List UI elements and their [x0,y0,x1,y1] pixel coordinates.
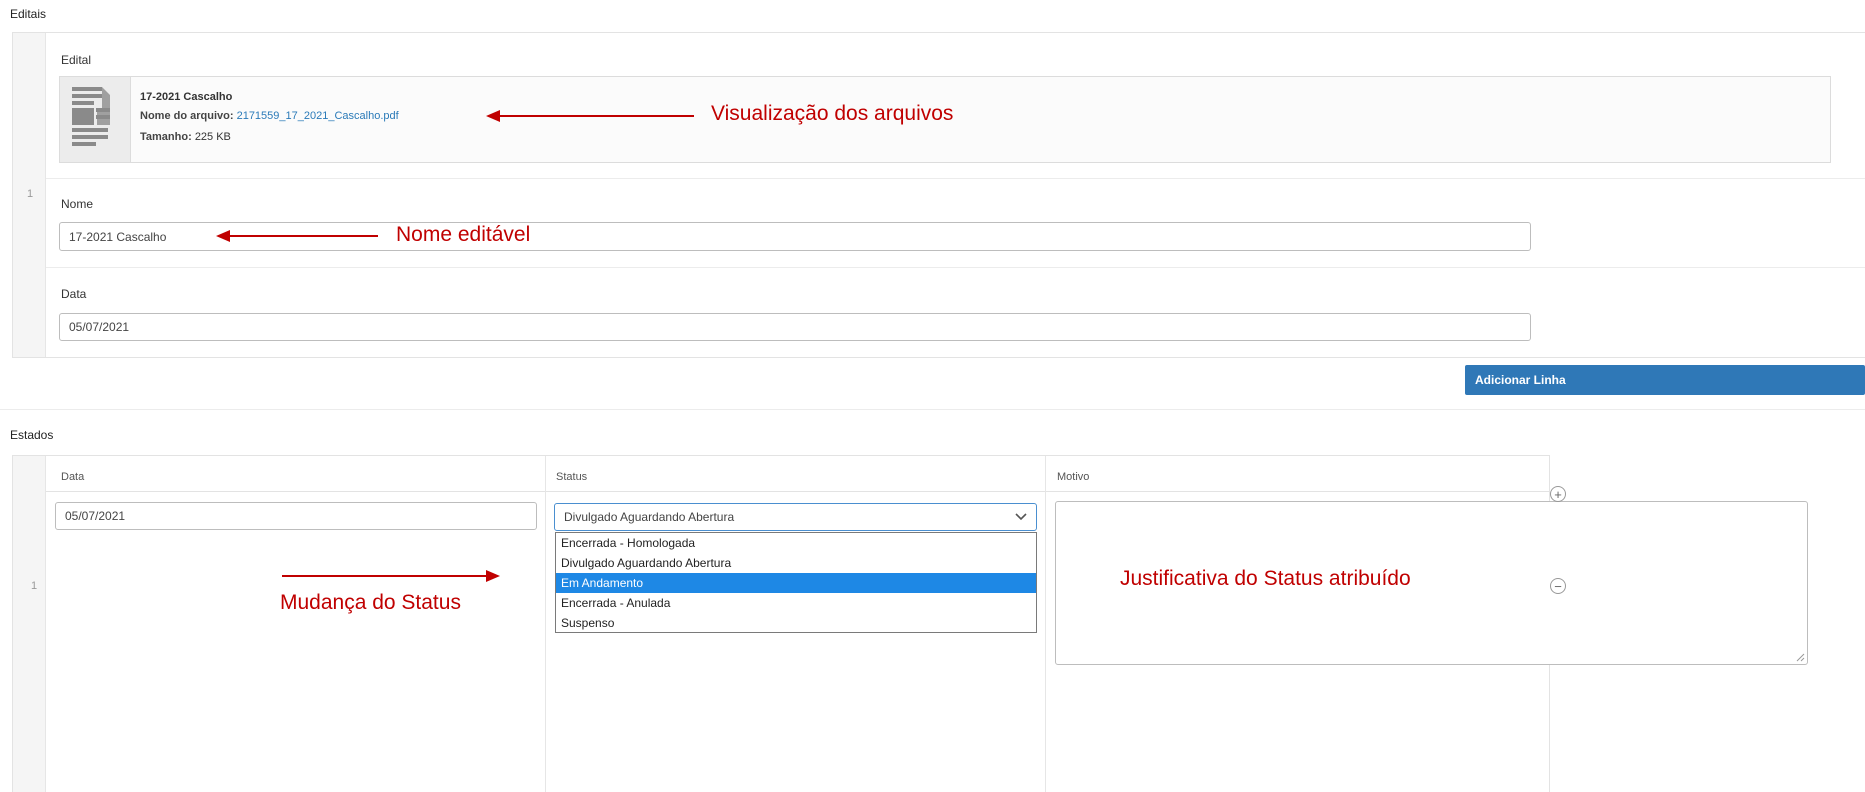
annotation-justification: Justificativa do Status atribuído [1120,567,1411,590]
annotation-files: Visualização dos arquivos [711,102,954,125]
edital-label: Edital [61,53,92,67]
annotation-arrow-files [500,115,694,117]
row-number: 1 [27,188,34,200]
editais-panel: 1 Edital 17-2021 Cascalho Nome do arquiv… [12,32,1865,358]
arrowhead-right [486,570,500,582]
status-select-value: Divulgado Aguardando Abertura [564,510,735,524]
file-title: 17-2021 Cascalho [140,91,233,103]
divider [46,178,1865,179]
section-divider [0,409,1865,410]
data-label: Data [61,287,87,301]
column-divider [545,456,546,792]
status-option[interactable]: Suspenso [556,613,1036,633]
status-option[interactable]: Encerrada - Anulada [556,593,1036,613]
file-size-line: Tamanho: 225 KB [140,131,231,143]
remove-row-icon[interactable]: − [1550,578,1566,594]
file-name-label: Nome do arquivo: [140,110,234,122]
column-header-data: Data [61,471,85,483]
document-icon [72,87,110,146]
status-dropdown-list[interactable]: Encerrada - Homologada Divulgado Aguarda… [555,532,1037,633]
header-divider [46,491,1549,492]
add-row-button[interactable]: Adicionar Linha [1465,365,1865,395]
estados-table: Data Status Motivo 1 05/07/2021 Divulgad… [12,455,1808,792]
arrowhead-left [216,230,230,242]
resize-handle-icon[interactable] [1796,653,1805,662]
editais-section-title: Editais [10,7,47,21]
annotation-status: Mudança do Status [280,591,461,614]
add-row-icon[interactable]: + [1550,486,1566,502]
status-option-highlighted[interactable]: Em Andamento [556,573,1036,593]
arrowhead-left [486,110,500,122]
nome-label: Nome [61,197,94,211]
status-option[interactable]: Divulgado Aguardando Abertura [556,553,1036,573]
file-name-line: Nome do arquivo: 2171559_17_2021_Cascalh… [140,110,399,122]
divider [46,267,1865,268]
file-size-value: 225 KB [194,131,231,143]
annotation-arrow-status [282,575,486,577]
estado-data-input[interactable]: 05/07/2021 [55,502,537,530]
annotation-name: Nome editável [396,223,531,246]
file-download-link[interactable]: 2171559_17_2021_Cascalho.pdf [237,110,399,122]
data-input[interactable]: 05/07/2021 [59,313,1531,341]
status-option[interactable]: Encerrada - Homologada [556,533,1036,553]
estados-section-title: Estados [10,428,54,442]
column-header-status: Status [556,471,588,483]
file-size-label: Tamanho: [140,131,192,143]
file-thumbnail [60,77,131,162]
row-number-column [13,456,46,792]
column-divider [1045,456,1046,792]
row-number: 1 [31,580,38,592]
annotation-arrow-name [228,235,378,237]
chevron-down-icon [1015,513,1027,521]
status-select[interactable]: Divulgado Aguardando Abertura [554,503,1037,531]
column-header-motivo: Motivo [1057,471,1090,483]
